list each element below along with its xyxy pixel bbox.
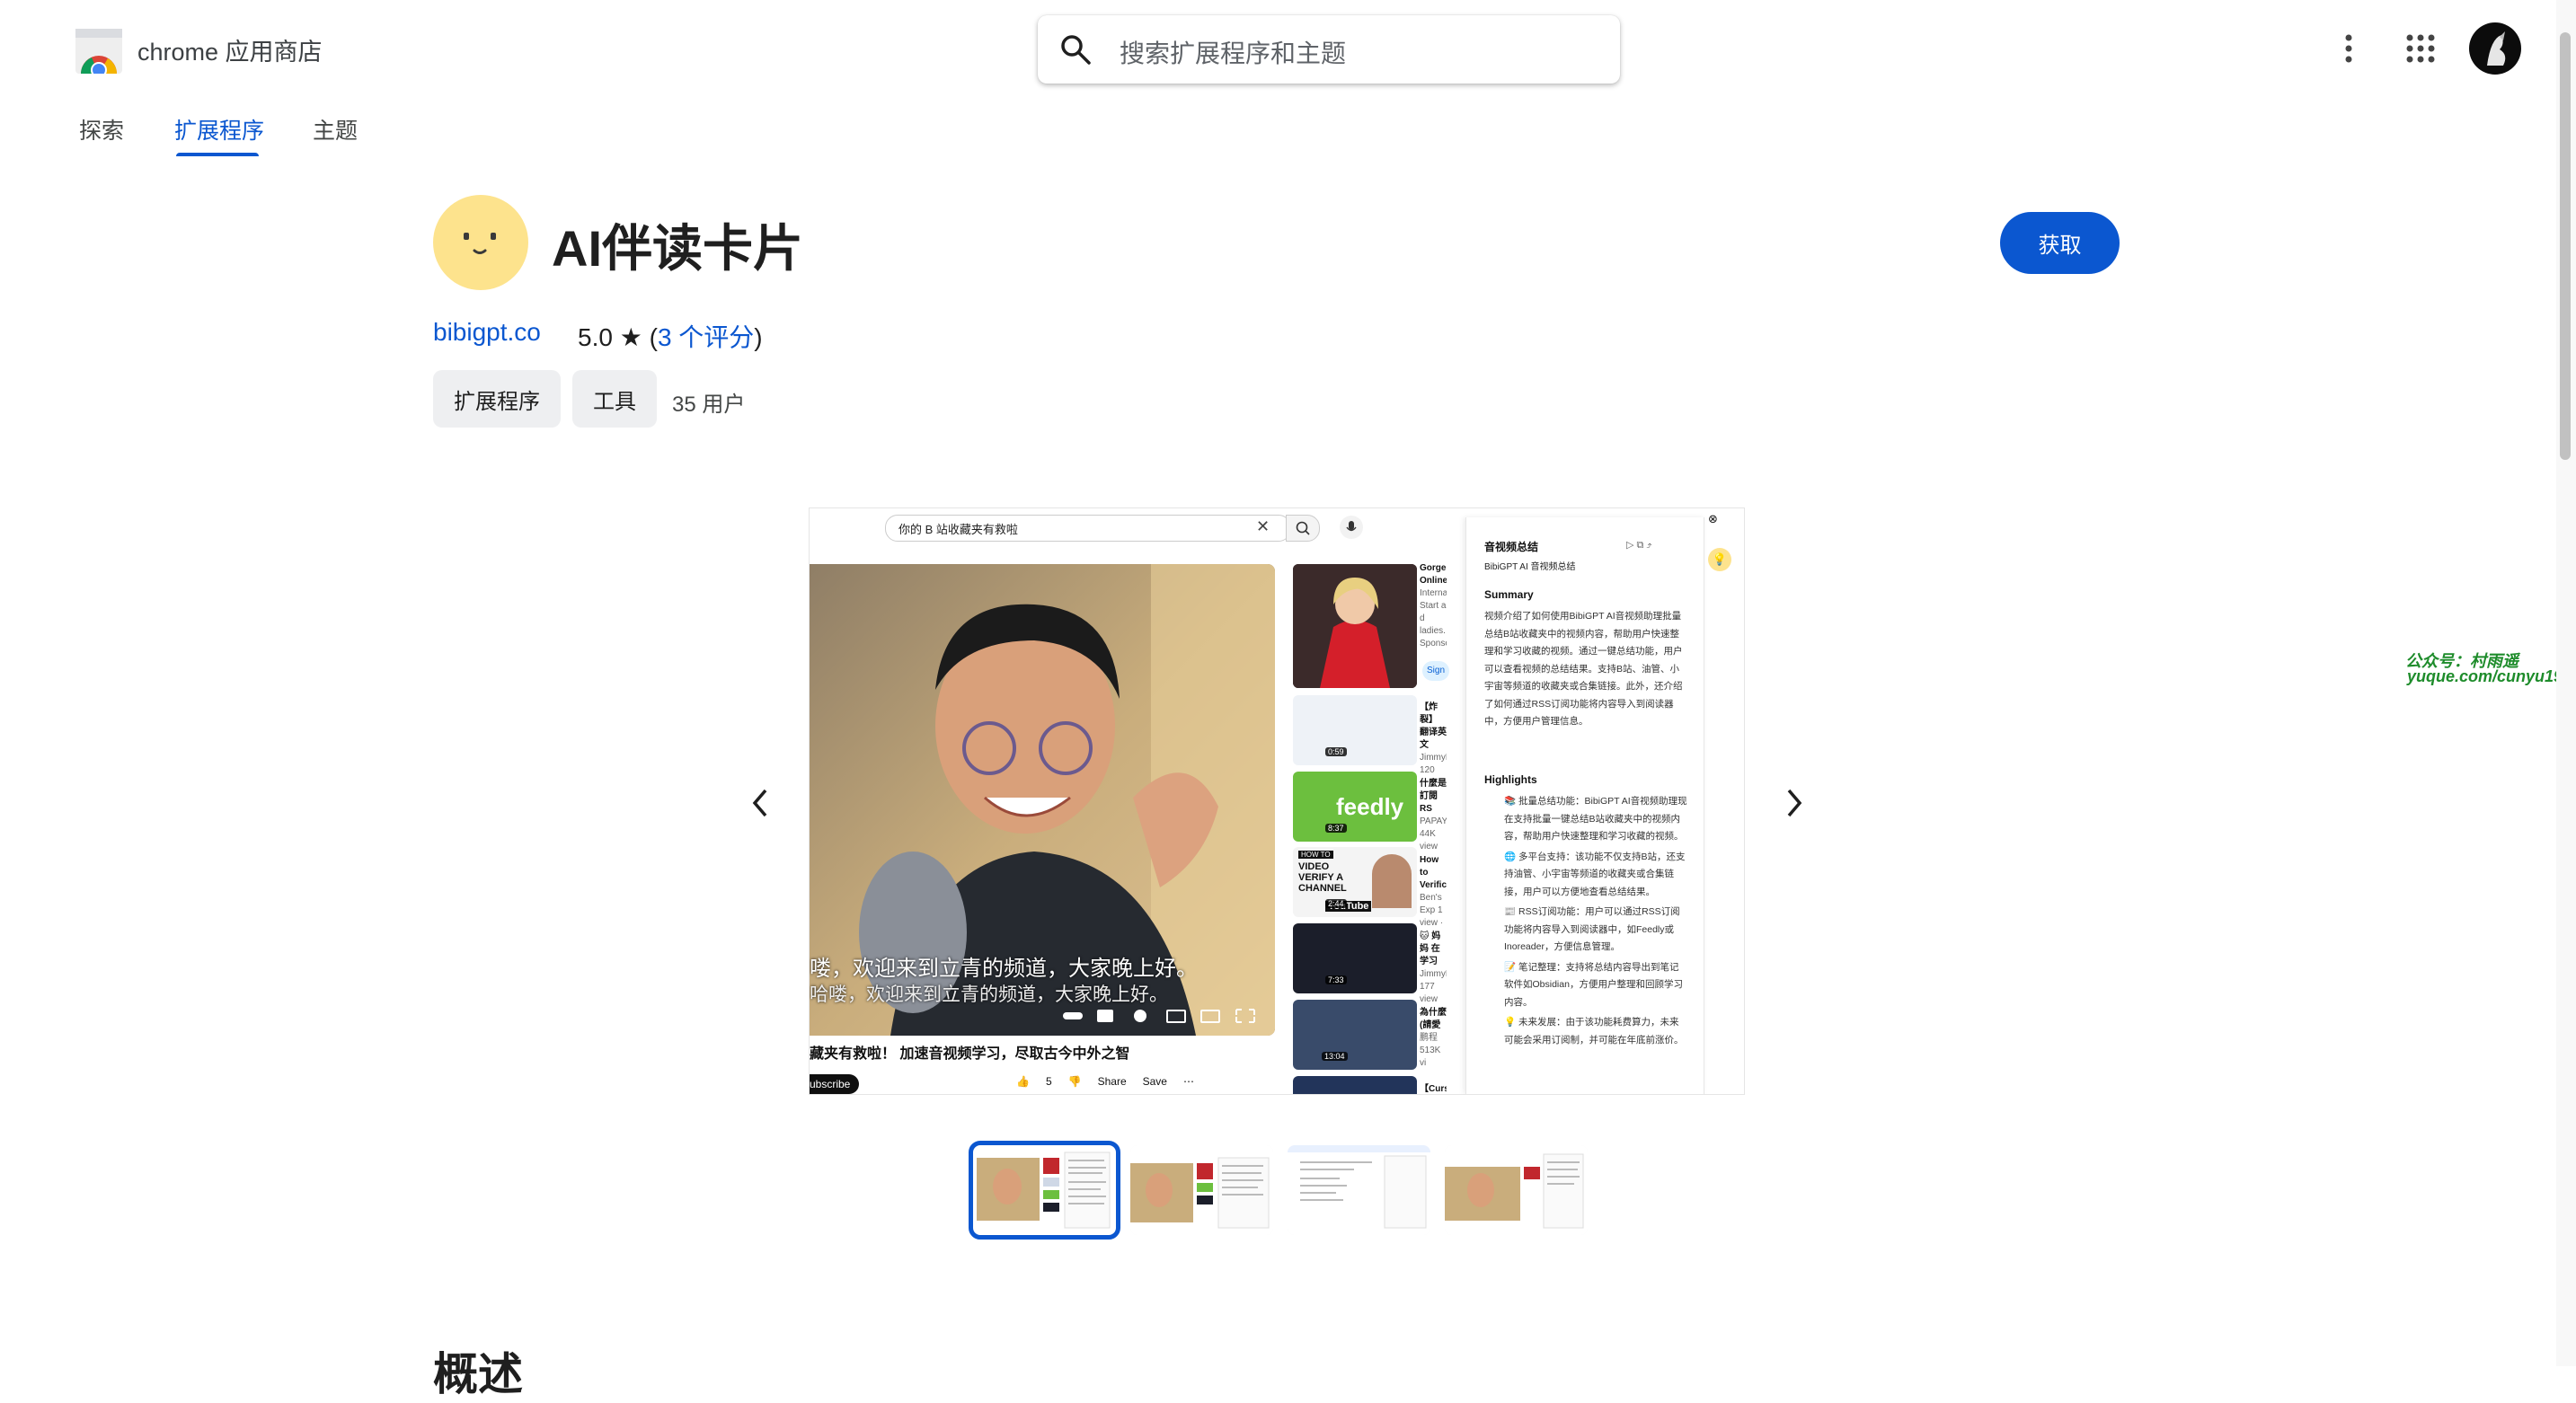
sidebar-thumb-3: feedly bbox=[1293, 772, 1417, 842]
extension-icon bbox=[433, 195, 528, 290]
verify-label: VIDEO VERIFY A CHANNEL bbox=[1298, 861, 1347, 894]
publisher-link[interactable]: bibigpt.co bbox=[433, 318, 541, 347]
sidebar-video-meta: PAPAYA 44K view bbox=[1420, 816, 1447, 852]
mic-icon bbox=[1340, 516, 1363, 539]
highlight-item: 🌐 多平台支持：该功能不仅支持B站，还支持油管、小宇宙等频道的收藏夹或合集链接，… bbox=[1504, 851, 1686, 897]
sidebar-video-title: 為什麼 (請愛 bbox=[1420, 1008, 1447, 1030]
account-avatar[interactable] bbox=[2469, 22, 2521, 75]
panel-title: 音视频总结 bbox=[1484, 541, 1539, 553]
sidebar-video-meta: Internati Start a d ladies. Sponsore bbox=[1420, 588, 1447, 649]
sidebar-video-title: 【炸裂】 翻译英文 bbox=[1420, 702, 1447, 750]
rating-value: 5.0 bbox=[578, 323, 613, 351]
sidebar-video-title: 什麼是 訂閱 RS bbox=[1420, 779, 1447, 814]
store-name[interactable]: chrome 应用商店 bbox=[137, 32, 323, 67]
close-icon: ✕ bbox=[1256, 517, 1270, 535]
yt-search-icon bbox=[1286, 515, 1320, 542]
sidebar-video-meta: JimmyLu 177 view bbox=[1420, 969, 1447, 1004]
apps-grid-icon[interactable] bbox=[2406, 34, 2435, 67]
sign-up-chip: Sign bbox=[1422, 661, 1449, 681]
like-count: 5 bbox=[1045, 1075, 1052, 1088]
sidebar-video-title: How to Verifica bbox=[1420, 855, 1447, 890]
highlights-heading: Highlights bbox=[1484, 773, 1537, 786]
rating: 5.0 ★ (3 个评分) bbox=[578, 318, 763, 354]
lightbulb-icon: 💡 bbox=[1708, 548, 1731, 571]
sidebar-video-meta: JimmyLu 120 view bbox=[1420, 753, 1447, 775]
sidebar-video-meta: 鹏程 513K vi bbox=[1420, 1033, 1441, 1068]
duration-badge: 0:59 bbox=[1325, 747, 1347, 756]
more-horiz-icon: ⋯ bbox=[1182, 1075, 1194, 1088]
video-controls bbox=[1061, 1005, 1268, 1027]
tab-extensions[interactable]: 扩展程序 bbox=[174, 113, 264, 146]
thumbnail-1[interactable] bbox=[969, 1141, 1120, 1240]
duration-badge: 13:04 bbox=[1322, 1052, 1348, 1061]
sidebar-thumb-6 bbox=[1293, 1000, 1417, 1070]
video-caption-line1: 喽，欢迎来到立青的频道，大家晚上好。 bbox=[810, 957, 1198, 981]
video-actions: 👍 5 👎 Share Save ⋯ bbox=[1016, 1075, 1194, 1088]
active-tab-indicator bbox=[176, 153, 259, 156]
person-thumb bbox=[1372, 854, 1412, 908]
tab-themes[interactable]: 主题 bbox=[313, 113, 358, 146]
chrome-web-store-logo[interactable] bbox=[75, 29, 122, 78]
watermark-line2: yuque.com/cunyu1943 bbox=[2407, 667, 2576, 685]
extension-title: AI伴读卡片 bbox=[552, 220, 803, 277]
chip-extension-type[interactable]: 扩展程序 bbox=[433, 370, 561, 428]
search-icon bbox=[1059, 33, 1092, 70]
summary-heading: Summary bbox=[1484, 588, 1534, 601]
user-count: 35 用户 bbox=[672, 393, 746, 417]
sidebar-thumb-1 bbox=[1293, 564, 1417, 688]
chevron-left-icon[interactable] bbox=[748, 787, 773, 824]
highlight-item: 💡 未来发展：由于该功能耗费算力，未来可能会采用订阅制，并可能在年底前涨价。 bbox=[1504, 1017, 1684, 1046]
sidebar-video-title: 🐱 妈妈 在学习 bbox=[1420, 931, 1441, 966]
sidebar-video-title: 【Curs 一天开 bbox=[1420, 1084, 1447, 1094]
sidebar-video-meta: Ben's Exp 1 view · New bbox=[1420, 893, 1444, 928]
screenshot-main[interactable]: 你的 B 站收藏夹有救啦 ✕ 喽，欢迎来到立青的频道，大家晚上好。 哈喽，欢迎来… bbox=[809, 507, 1745, 1095]
sidebar-video-list: Gorgeo OnlineInternati Start a d ladies.… bbox=[1420, 562, 1447, 1094]
thumbnail-3[interactable] bbox=[1288, 1145, 1430, 1235]
sidebar-video-title: Gorgeo Online bbox=[1420, 563, 1447, 586]
rating-count-link[interactable]: 3 个评分 bbox=[658, 323, 754, 351]
highlight-item: 📝 笔记整理：支持将总结内容导出到笔记软件如Obsidian，方便用户整理和回顾… bbox=[1504, 961, 1683, 1008]
duration-badge: 2:44 bbox=[1325, 899, 1347, 908]
sidebar-thumb-4: HOW TO VIDEO VERIFY A CHANNEL YouTube bbox=[1293, 847, 1417, 917]
dislike-icon: 👎 bbox=[1067, 1075, 1082, 1088]
how-to-label: HOW TO bbox=[1298, 851, 1333, 859]
thumbnail-2[interactable] bbox=[1130, 1145, 1273, 1235]
search-input[interactable]: 搜索扩展程序和主题 bbox=[1038, 15, 1620, 84]
subscribe-button: ubscribe bbox=[810, 1074, 860, 1094]
rating-paren-open: ( bbox=[649, 323, 658, 351]
highlights-list: 📚 批量总结功能：BibiGPT AI音视频助理现在支持批量一键总结B站收藏夹中… bbox=[1484, 793, 1687, 1052]
save-label: Save bbox=[1142, 1075, 1167, 1088]
highlight-item: 📚 批量总结功能：BibiGPT AI音视频助理现在支持批量一键总结B站收藏夹中… bbox=[1504, 796, 1687, 842]
thumbnail-4[interactable] bbox=[1445, 1145, 1588, 1235]
chip-category[interactable]: 工具 bbox=[572, 370, 657, 428]
like-icon: 👍 bbox=[1016, 1075, 1030, 1088]
highlight-item: 📰 RSS订阅功能：用户可以通过RSS订阅功能将内容导入到阅读器中，如Feedl… bbox=[1504, 906, 1680, 952]
sidebar-thumb-7 bbox=[1293, 1076, 1417, 1094]
share-label: Share bbox=[1097, 1075, 1127, 1088]
yt-search-text: 你的 B 站收藏夹有救啦 bbox=[899, 523, 1018, 536]
video-caption-line2: 哈喽，欢迎来到立青的频道，大家晚上好。 bbox=[810, 984, 1168, 1005]
duration-badge: 7:33 bbox=[1325, 975, 1347, 984]
chevron-right-icon[interactable] bbox=[1782, 787, 1807, 824]
close-icon: ⊗ bbox=[1708, 512, 1718, 525]
tab-discover[interactable]: 探索 bbox=[79, 113, 124, 146]
overview-heading: 概述 bbox=[433, 1349, 523, 1399]
scrollbar-thumb[interactable] bbox=[2560, 32, 2571, 460]
feedly-label: feedly bbox=[1336, 793, 1404, 820]
summary-text: 视频介绍了如何使用BibiGPT AI音视频助理批量总结B站收藏夹中的视频内容，… bbox=[1484, 611, 1683, 727]
sidebar-thumb-2 bbox=[1293, 695, 1417, 765]
panel-actions-icon: ▷ ⧉ ⤴ bbox=[1626, 540, 1652, 551]
star-icon: ★ bbox=[619, 323, 642, 351]
rating-paren-close: ) bbox=[754, 323, 763, 351]
more-vert-icon[interactable] bbox=[2334, 32, 2363, 69]
panel-subtitle: BibiGPT AI 音视频总结 bbox=[1484, 562, 1576, 572]
duration-badge: 8:37 bbox=[1325, 824, 1347, 833]
sidebar-thumb-5 bbox=[1293, 923, 1417, 993]
get-button[interactable]: 获取 bbox=[2000, 212, 2120, 274]
summary-panel: 音视频总结 BibiGPT AI 音视频总结 ▷ ⧉ ⤴ Summary 视频介… bbox=[1465, 517, 1704, 1094]
search-placeholder: 搜索扩展程序和主题 bbox=[1120, 40, 1347, 67]
video-title: 藏夹有救啦！ 加速音视频学习，尽取古今中外之智 bbox=[810, 1046, 1130, 1062]
yt-search-bar: 你的 B 站收藏夹有救啦 ✕ bbox=[885, 515, 1291, 542]
